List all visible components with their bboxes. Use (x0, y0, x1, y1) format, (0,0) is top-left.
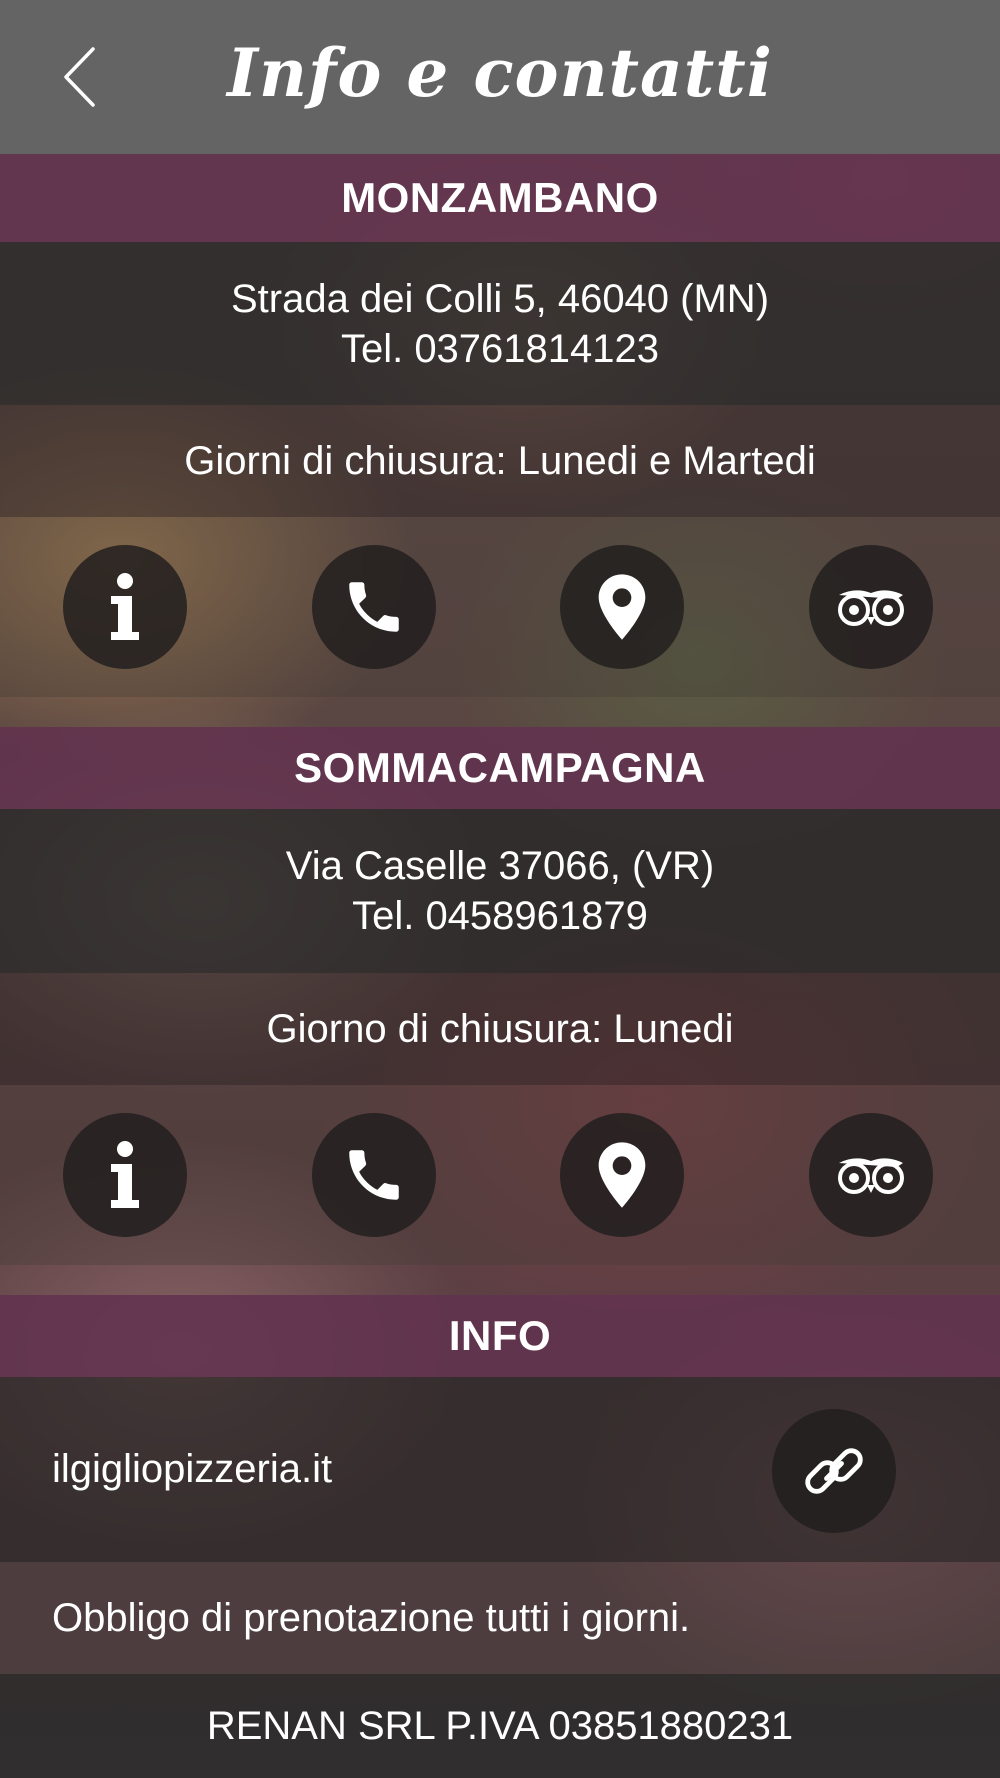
address-block-sommacampagna: Via Caselle 37066, (VR) Tel. 0458961879 (0, 809, 1000, 973)
company-text: RENAN SRL P.IVA 03851880231 (206, 1704, 794, 1748)
section-title-info: INFO (0, 1295, 1000, 1377)
address-block-monzambano: Strada dei Colli 5, 46040 (MN) Tel. 0376… (0, 242, 1000, 405)
phone-text: Tel. 0458961879 (352, 894, 648, 938)
call-button[interactable] (312, 1113, 436, 1237)
page-title: Info e contatti (227, 34, 773, 112)
map-button[interactable] (560, 545, 684, 669)
back-button[interactable] (58, 44, 102, 110)
call-button[interactable] (312, 545, 436, 669)
tripadvisor-icon (838, 1158, 904, 1194)
open-website-button[interactable] (772, 1409, 896, 1533)
map-pin-icon (598, 1142, 646, 1208)
map-pin-icon (598, 574, 646, 640)
phone-icon (349, 582, 399, 632)
action-row-sommacampagna (0, 1085, 1000, 1265)
tripadvisor-icon (838, 590, 904, 626)
closing-text: Giorno di chiusura: Lunedi (266, 1007, 734, 1051)
closing-text: Giorni di chiusura: Lunedi e Martedi (184, 439, 816, 483)
map-button[interactable] (560, 1113, 684, 1237)
info-button[interactable] (63, 1113, 187, 1237)
tripadvisor-button[interactable] (809, 1113, 933, 1237)
info-icon (111, 573, 139, 640)
closing-days-sommacampagna: Giorno di chiusura: Lunedi (0, 973, 1000, 1085)
address-text: Strada dei Colli 5, 46040 (MN) (230, 276, 770, 321)
phone-icon (349, 1150, 399, 1200)
info-icon (111, 1141, 139, 1208)
nav-header: Info e contatti (0, 0, 1000, 154)
website-link-text[interactable]: ilgigliopizzeria.it (52, 1447, 332, 1492)
company-row: RENAN SRL P.IVA 03851880231 (0, 1674, 1000, 1778)
link-icon (805, 1448, 863, 1494)
website-row[interactable]: ilgigliopizzeria.it (0, 1377, 1000, 1562)
phone-text: Tel. 03761814123 (340, 326, 660, 371)
chevron-left-icon (64, 47, 95, 107)
tripadvisor-button[interactable] (809, 545, 933, 669)
booking-note-text: Obbligo di prenotazione tutti i giorni. (52, 1595, 691, 1640)
section-title-sommacampagna: SOMMACAMPAGNA (0, 727, 1000, 809)
booking-note-row: Obbligo di prenotazione tutti i giorni. (0, 1562, 1000, 1674)
info-button[interactable] (63, 545, 187, 669)
section-title-monzambano: MONZAMBANO (0, 154, 1000, 242)
closing-days-monzambano: Giorni di chiusura: Lunedi e Martedi (0, 405, 1000, 517)
address-text: Via Caselle 37066, (VR) (285, 844, 715, 888)
action-row-monzambano (0, 517, 1000, 697)
